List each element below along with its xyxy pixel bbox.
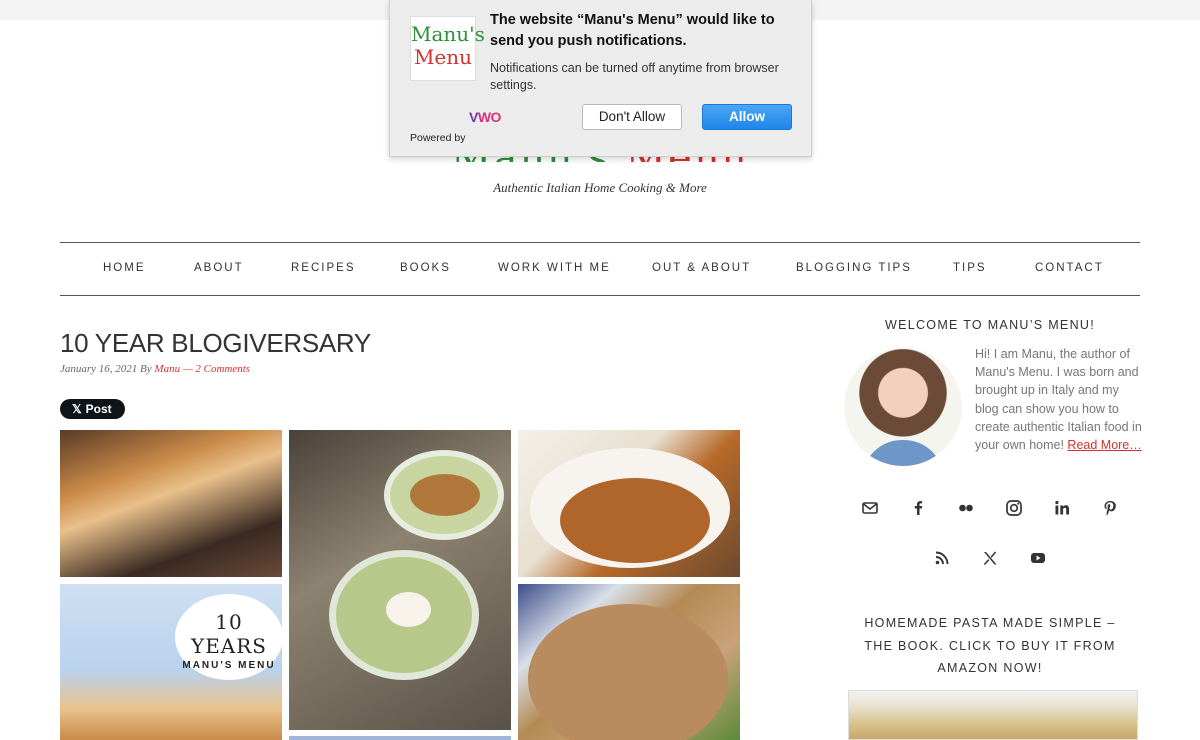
rss-icon[interactable]	[928, 544, 956, 572]
linkedin-icon[interactable]	[1048, 494, 1076, 522]
nav-item-out-and-about[interactable]: OUT & ABOUT	[652, 262, 751, 274]
powered-by-label: Powered by	[410, 132, 466, 144]
intro-text: Hi! I am Manu, the author of Manu's Menu…	[975, 347, 1142, 453]
nav-item-contact[interactable]: CONTACT	[1035, 262, 1104, 274]
nav-item-about[interactable]: ABOUT	[194, 262, 244, 274]
prompt-title: The website “Manu's Menu” would like to …	[490, 12, 775, 49]
x-post-button[interactable]: 𝕏 Post	[60, 399, 125, 419]
facebook-icon[interactable]	[904, 494, 932, 522]
pinterest-icon[interactable]	[1096, 494, 1124, 522]
curry-bowl	[530, 448, 730, 568]
author-avatar	[844, 348, 962, 466]
post-title: 10 YEAR BLOGIVERSARY	[60, 328, 371, 358]
post-author-link[interactable]: Manu	[154, 363, 180, 375]
x-logo-icon: 𝕏	[72, 402, 82, 416]
post-meta: January 16, 2021 By Manu — 2 Comments	[60, 363, 250, 375]
cream-topping	[386, 592, 431, 627]
vwo-logo-b: WO	[477, 109, 502, 125]
dont-allow-button[interactable]: Don't Allow	[582, 104, 682, 130]
photo-partial[interactable]	[289, 736, 511, 740]
avatar-shirt	[862, 440, 944, 466]
x-post-label: Post	[85, 402, 112, 416]
allow-button[interactable]: Allow	[702, 104, 792, 130]
nav-item-tips[interactable]: TIPS	[953, 262, 987, 274]
ten-years-badge: 10 YEARS MANU'S MENU	[175, 594, 282, 680]
prompt-logo-red: Menu	[413, 45, 473, 69]
post-date: January 16, 2021	[60, 363, 138, 375]
book-widget-title: HOMEMADE PASTA MADE SIMPLE – THE BOOK. C…	[864, 616, 1116, 675]
flickr-icon[interactable]	[952, 494, 980, 522]
pasta-book-image[interactable]	[848, 690, 1138, 740]
nav-item-home[interactable]: HOME	[103, 262, 146, 274]
photo-caramel-cheesecake[interactable]	[60, 430, 282, 577]
read-more-link[interactable]: Read More…	[1067, 438, 1141, 452]
vwo-logo: VWO	[469, 109, 501, 125]
post-by: By	[140, 363, 152, 375]
cup-bottom	[329, 550, 479, 680]
instagram-icon[interactable]	[1000, 494, 1028, 522]
sidebar-intro: Hi! I am Manu, the author of Manu's Menu…	[975, 345, 1143, 454]
photo-indian-curry-pan[interactable]	[518, 584, 740, 740]
main-nav: HOME ABOUT RECIPES BOOKS WORK WITH ME OU…	[60, 242, 1140, 296]
vwo-logo-a: V	[469, 109, 478, 125]
badge-ten-years: 10 YEARS	[190, 610, 267, 658]
curry-stew	[560, 478, 710, 563]
email-icon[interactable]	[856, 494, 884, 522]
sidebar-welcome-title: WELCOME TO MANU’S MENU!	[884, 318, 1095, 332]
push-notification-prompt: Manu's Menu The website “Manu's Menu” wo…	[389, 0, 812, 157]
photo-matcha-panna-cotta[interactable]	[289, 430, 511, 730]
nav-item-work-with-me[interactable]: WORK WITH ME	[498, 262, 611, 274]
prompt-site-logo: Manu's Menu	[410, 16, 485, 81]
site-tagline: Authentic Italian Home Cooking & More	[493, 180, 707, 195]
nav-item-books[interactable]: BOOKS	[400, 262, 451, 274]
photo-10-years-manus-menu[interactable]: 10 YEARS MANU'S MENU	[60, 584, 282, 740]
nav-item-recipes[interactable]: RECIPES	[291, 262, 356, 274]
badge-manus-menu: MANU'S MENU	[182, 660, 276, 671]
youtube-icon[interactable]	[1024, 544, 1052, 572]
caramel-topping	[410, 474, 480, 516]
comments-link[interactable]: 2 Comments	[195, 363, 250, 375]
prompt-body: Notifications can be turned off anytime …	[490, 61, 779, 92]
cup-top	[384, 450, 504, 540]
meta-separator: —	[182, 363, 193, 375]
nav-item-blogging-tips[interactable]: BLOGGING TIPS	[796, 262, 912, 274]
x-icon[interactable]	[976, 544, 1004, 572]
curry-pan	[528, 604, 728, 740]
prompt-logo-green: Manu's	[411, 22, 485, 46]
photo-japanese-curry[interactable]	[518, 430, 740, 577]
